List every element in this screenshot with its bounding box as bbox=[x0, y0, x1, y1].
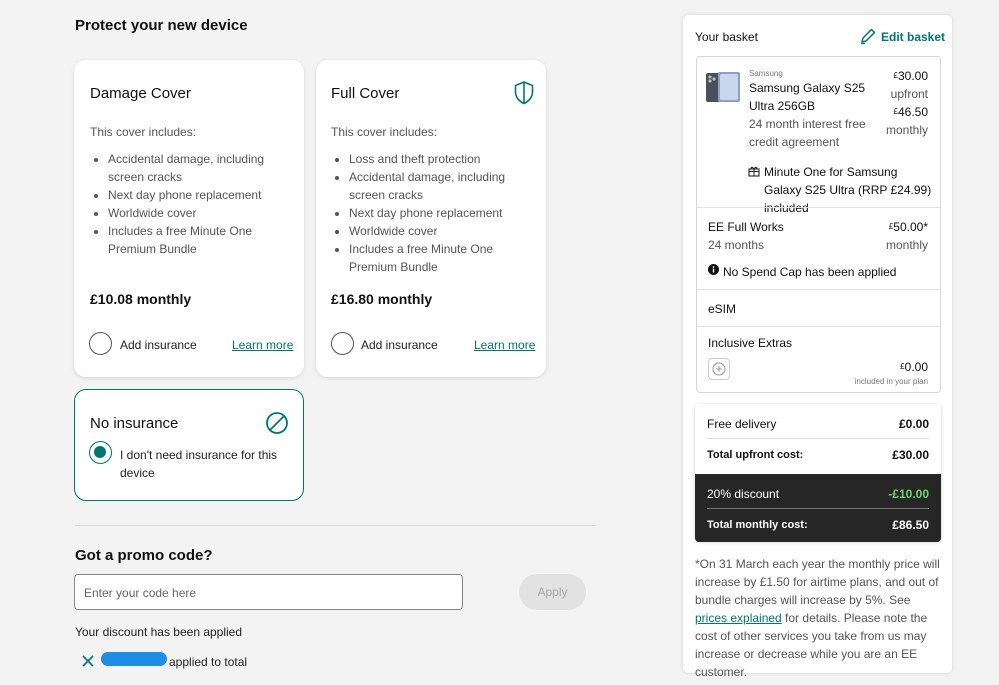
no-insurance-radio[interactable] bbox=[89, 441, 112, 464]
device-agreement: 24 month interest free credit agreement bbox=[749, 117, 866, 149]
add-insurance-label[interactable]: Add insurance bbox=[361, 338, 438, 352]
device-gift: Minute One for Samsung Galaxy S25 Ultra … bbox=[764, 165, 932, 215]
delivery-label: Free delivery bbox=[707, 417, 777, 431]
remove-code-icon[interactable] bbox=[81, 654, 95, 668]
gift-icon bbox=[748, 166, 760, 177]
card-title: No insurance bbox=[90, 415, 179, 432]
device-upfront-label: upfront bbox=[890, 87, 928, 101]
list-item: Worldwide cover bbox=[349, 222, 536, 240]
divider bbox=[697, 207, 940, 208]
plan-price-label: monthly bbox=[885, 238, 928, 252]
card-title: Damage Cover bbox=[90, 85, 191, 102]
no-entry-icon bbox=[266, 412, 288, 434]
phone-image bbox=[706, 72, 740, 102]
device-monthly-label: monthly bbox=[885, 123, 928, 137]
promo-title: Got a promo code? bbox=[75, 547, 213, 564]
divider bbox=[75, 525, 596, 526]
add-insurance-radio[interactable] bbox=[89, 332, 112, 355]
apply-button[interactable]: Apply bbox=[519, 574, 586, 610]
plan-price: £50.00* bbox=[888, 220, 928, 234]
discount-label: 20% discount bbox=[707, 487, 780, 501]
price-footnote: *On 31 March each year the monthly price… bbox=[695, 557, 940, 679]
list-item: Includes a free Minute One Premium Bundl… bbox=[349, 240, 536, 276]
promo-code-input[interactable]: Enter your code here bbox=[74, 574, 463, 610]
delivery-value: £0.00 bbox=[898, 417, 929, 431]
damage-cover-card: Damage Cover This cover includes: Accide… bbox=[74, 60, 304, 377]
full-cover-card: Full Cover This cover includes: Loss and… bbox=[316, 60, 546, 377]
card-subtitle: This cover includes: bbox=[90, 125, 197, 139]
info-icon bbox=[708, 264, 719, 275]
learn-more-link[interactable]: Learn more bbox=[474, 338, 535, 352]
basket-title: Your basket bbox=[695, 30, 758, 44]
shield-icon bbox=[514, 81, 534, 105]
add-insurance-radio[interactable] bbox=[331, 332, 354, 355]
list-item: Loss and theft protection bbox=[349, 150, 536, 168]
card-subtitle: This cover includes: bbox=[331, 125, 438, 139]
feature-list: Accidental damage, including screen crac… bbox=[90, 150, 295, 258]
esim-label: eSIM bbox=[708, 302, 737, 316]
upfront-label: Total upfront cost: bbox=[707, 449, 804, 461]
price: £16.80 monthly bbox=[331, 291, 433, 307]
plan-term: 24 months bbox=[708, 238, 765, 252]
device-upfront-price: £30.00 bbox=[893, 69, 928, 83]
plus-icon bbox=[712, 362, 726, 376]
plan-note: No Spend Cap has been applied bbox=[723, 265, 897, 279]
card-title: Full Cover bbox=[331, 85, 400, 102]
applied-to-total: applied to total bbox=[169, 655, 248, 669]
list-item: Accidental damage, including screen crac… bbox=[108, 150, 295, 186]
price: £10.08 monthly bbox=[90, 291, 192, 307]
list-item: Next day phone replacement bbox=[108, 186, 295, 204]
section-title: Protect your new device bbox=[75, 17, 248, 34]
divider bbox=[707, 438, 929, 439]
pencil-icon[interactable] bbox=[859, 27, 877, 45]
extras-price: £0.00 bbox=[900, 360, 928, 374]
add-insurance-label[interactable]: Add insurance bbox=[120, 338, 197, 352]
edit-basket-link[interactable]: Edit basket bbox=[881, 30, 945, 44]
device-name: Samsung Galaxy S25 Ultra 256GB bbox=[749, 81, 866, 113]
list-item: Accidental damage, including screen crac… bbox=[349, 168, 536, 204]
add-extra-button[interactable] bbox=[708, 358, 730, 380]
monthly-label: Total monthly cost: bbox=[707, 519, 808, 531]
divider bbox=[697, 289, 940, 290]
feature-list: Loss and theft protection Accidental dam… bbox=[331, 150, 536, 276]
extras-note: included in your plan bbox=[854, 377, 928, 386]
list-item: Includes a free Minute One Premium Bundl… bbox=[108, 222, 295, 258]
list-item: Worldwide cover bbox=[108, 204, 295, 222]
list-item: Next day phone replacement bbox=[349, 204, 536, 222]
no-insurance-card[interactable]: No insurance I don't need insurance for … bbox=[74, 389, 304, 501]
prices-explained-link[interactable]: prices explained bbox=[695, 611, 782, 625]
divider bbox=[707, 508, 929, 509]
no-insurance-label[interactable]: I don't need insurance for this device bbox=[120, 446, 285, 482]
monthly-value: £86.50 bbox=[892, 518, 929, 532]
divider bbox=[697, 326, 940, 327]
device-brand: Samsung bbox=[749, 69, 783, 78]
plan-name: EE Full Works bbox=[708, 220, 784, 234]
discount-value: -£10.00 bbox=[888, 487, 929, 501]
extras-title: Inclusive Extras bbox=[708, 336, 793, 350]
device-monthly-price: £46.50 bbox=[893, 105, 928, 119]
upfront-value: £30.00 bbox=[892, 448, 929, 462]
learn-more-link[interactable]: Learn more bbox=[232, 338, 293, 352]
redacted-code bbox=[101, 652, 167, 666]
discount-applied-message: Your discount has been applied bbox=[75, 625, 243, 639]
